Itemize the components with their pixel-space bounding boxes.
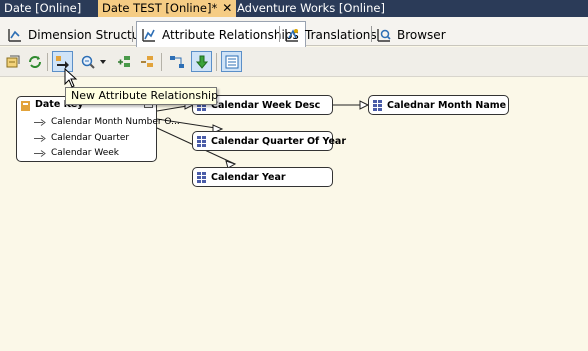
refresh-button[interactable] <box>24 51 45 72</box>
collapse-icon <box>140 55 153 67</box>
refresh-icon <box>28 55 41 68</box>
toolbar-separator <box>161 53 162 71</box>
tab-label: Browser <box>397 27 446 42</box>
translations-icon <box>284 27 300 43</box>
node-label: Calendar Week Desc <box>211 99 321 111</box>
key-relationship-item[interactable]: Calendar Month Number O... <box>34 117 180 127</box>
chevron-down-icon <box>100 59 106 64</box>
attribute-icon <box>197 136 206 147</box>
node-label: Calendar Year <box>211 171 286 183</box>
doc-tab-label: Date TEST [Online]* <box>102 1 218 15</box>
attribute-icon <box>197 172 206 183</box>
toolbar-separator <box>47 53 48 71</box>
toolbar-separator <box>216 53 217 71</box>
zoom-button[interactable] <box>77 51 98 72</box>
relationship-arrow-icon <box>34 134 46 142</box>
move-down-button[interactable] <box>191 51 212 72</box>
key-item-label: Calendar Quarter <box>51 133 130 143</box>
attribute-icon <box>373 100 382 111</box>
tab-translations[interactable]: Translations <box>280 23 383 46</box>
doc-tab-label: Adventure Works [Online] <box>237 1 385 15</box>
expand-icon <box>117 55 130 67</box>
show-list-button[interactable] <box>221 51 242 72</box>
show-list-icon <box>225 55 238 68</box>
calendar-quarter-of-year-node[interactable]: Calendar Quarter Of Year <box>192 131 346 151</box>
toolbar-tooltip: New Attribute Relationship <box>65 87 218 105</box>
close-icon[interactable]: ✕ <box>222 1 232 16</box>
tab-dimension-structure[interactable]: Dimension Structure <box>3 23 157 46</box>
toolbar <box>0 47 588 77</box>
zoom-dropdown-button[interactable] <box>97 51 109 72</box>
key-icon <box>21 101 30 111</box>
designer-tab-bar: Dimension Structure Attribute Relationsh… <box>0 17 588 47</box>
calendar-year-node[interactable]: Calendar Year <box>192 167 333 187</box>
mouse-cursor-icon <box>64 68 78 88</box>
doc-tab-adventure-works-online[interactable]: Adventure Works [Online] <box>233 0 389 17</box>
node-label: Calednar Month Name <box>387 99 507 111</box>
move-down-icon <box>195 55 208 69</box>
tab-label: Translations <box>305 27 377 42</box>
key-relationship-item[interactable]: Calendar Quarter <box>34 133 129 143</box>
node-label: Calendar Quarter Of Year <box>211 135 347 147</box>
date-key-node[interactable]: Date Key ^ Calendar Month Number O... Ca… <box>16 96 180 162</box>
key-item-label: Calendar Month Number O... <box>51 117 180 127</box>
calendar-month-name-node[interactable]: Calednar Month Name <box>368 95 509 115</box>
relationship-arrow-icon <box>34 149 46 157</box>
doc-tab-date-online[interactable]: Date [Online] <box>0 0 85 17</box>
doc-tab-date-test-online[interactable]: Date TEST [Online]* ✕ <box>98 0 237 17</box>
browser-icon <box>376 27 392 43</box>
expand-button[interactable] <box>113 51 134 72</box>
zoom-icon <box>81 55 95 69</box>
document-tab-strip: Date [Online] Date TEST [Online]* ✕ Adven… <box>0 0 588 17</box>
key-item-label: Calendar Week <box>51 148 119 158</box>
collapse-button[interactable] <box>136 51 157 72</box>
process-icon <box>6 55 19 67</box>
process-button[interactable] <box>2 51 23 72</box>
attribute-relationships-canvas[interactable]: Date Key ^ Calendar Month Number O... Ca… <box>0 78 588 351</box>
arrange-icon <box>169 55 184 68</box>
relationship-arrow-icon <box>34 118 46 126</box>
arrange-button[interactable] <box>166 51 187 72</box>
dimension-structure-icon <box>7 27 23 43</box>
tab-separator <box>132 26 133 42</box>
attribute-relationships-icon <box>141 27 157 43</box>
doc-tab-label: Date [Online] <box>4 1 82 15</box>
key-relationship-item[interactable]: Calendar Week <box>34 148 119 158</box>
tab-browser[interactable]: Browser <box>372 23 452 46</box>
